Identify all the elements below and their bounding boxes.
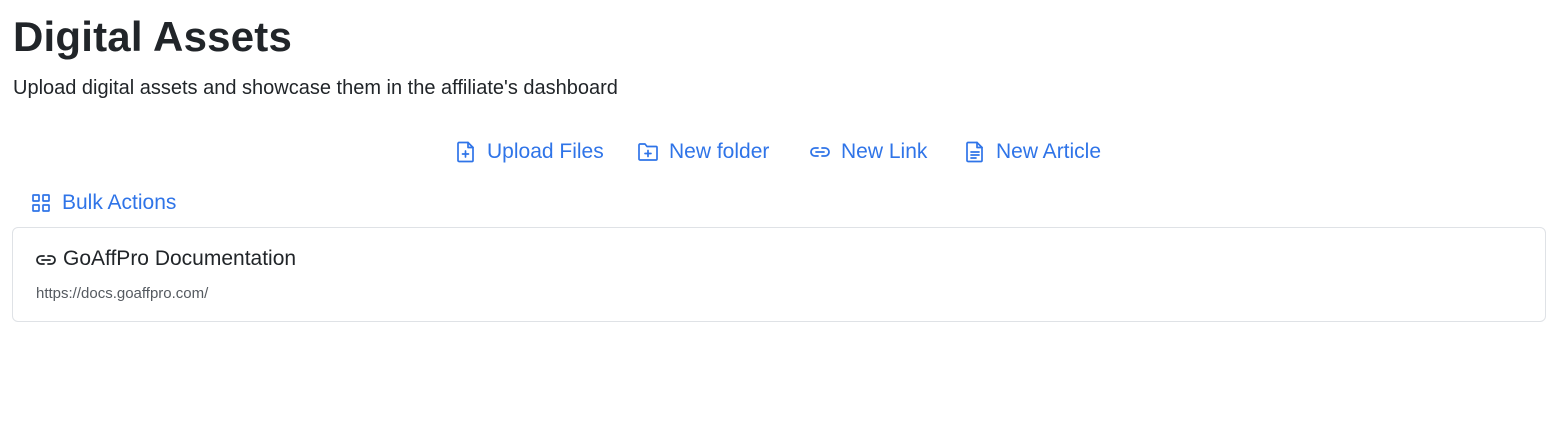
upload-files-label: Upload Files xyxy=(487,140,604,163)
bulk-actions-button[interactable]: Bulk Actions xyxy=(30,187,176,219)
link-icon xyxy=(35,249,57,271)
asset-card[interactable]: GoAffPro Documentation https://docs.goaf… xyxy=(12,227,1546,322)
file-text-icon xyxy=(964,141,986,163)
upload-files-button[interactable]: Upload Files xyxy=(455,136,604,168)
asset-actions-toolbar: Upload Files New folder New Link New Art… xyxy=(0,136,1562,168)
new-article-button[interactable]: New Article xyxy=(964,136,1101,168)
folder-plus-icon xyxy=(637,141,659,163)
new-link-label: New Link xyxy=(841,140,928,163)
new-folder-button[interactable]: New folder xyxy=(637,136,769,168)
file-plus-icon xyxy=(455,141,477,163)
new-folder-label: New folder xyxy=(669,140,770,163)
asset-url: https://docs.goaffpro.com/ xyxy=(36,285,209,302)
digital-assets-page: Digital Assets Upload digital assets and… xyxy=(0,0,1562,437)
grid-icon xyxy=(30,192,52,214)
bulk-actions-label: Bulk Actions xyxy=(62,191,177,214)
page-subtitle: Upload digital assets and showcase them … xyxy=(13,77,618,99)
page-title: Digital Assets xyxy=(13,13,292,60)
new-link-button[interactable]: New Link xyxy=(809,136,927,168)
asset-title-link[interactable]: GoAffPro Documentation xyxy=(35,247,296,271)
asset-title: GoAffPro Documentation xyxy=(63,247,297,270)
new-article-label: New Article xyxy=(996,140,1102,163)
link-icon xyxy=(809,141,831,163)
